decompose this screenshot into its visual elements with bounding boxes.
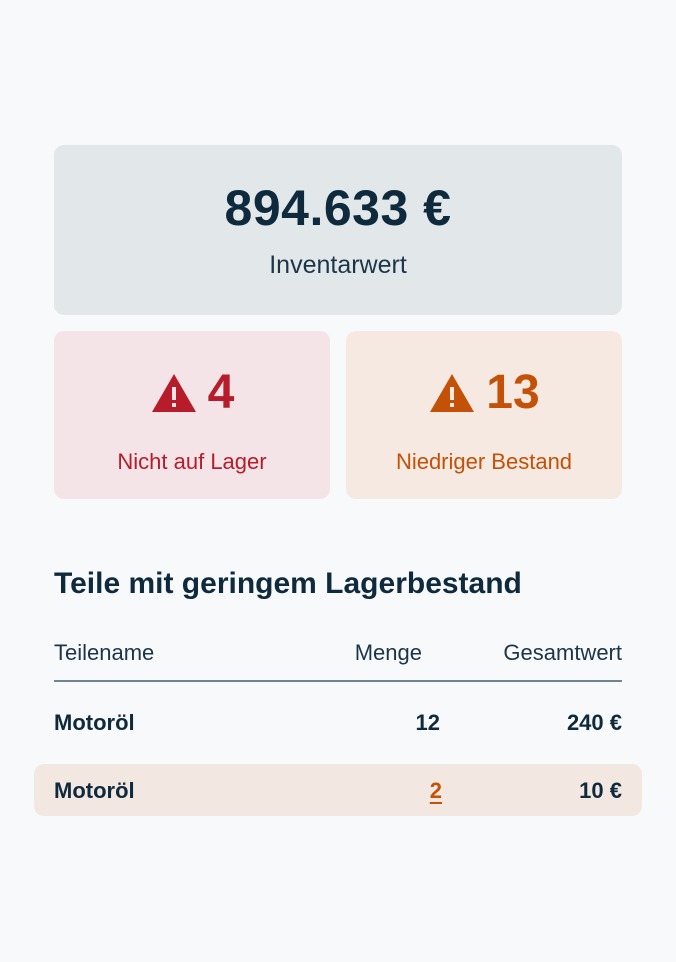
cell-quantity: 12	[415, 710, 440, 735]
out-of-stock-count: 4	[207, 366, 235, 419]
cell-total-value: 240 €	[566, 710, 622, 735]
section-title: Teile mit geringem Lagerbestand	[54, 567, 522, 600]
low-stock-label: Niedriger Bestand	[395, 449, 573, 474]
column-header-name[interactable]: Teilename	[54, 640, 154, 666]
table-header: Teilename Menge Gesamtwert	[54, 636, 622, 682]
low-stock-table: Teilename Menge Gesamtwert Motoröl 12 24…	[34, 636, 642, 816]
warning-triangle-icon	[430, 374, 475, 412]
inventory-value-card: 894.633 € Inventarwert	[54, 145, 622, 315]
table-row[interactable]: Motoröl 12 240 €	[54, 696, 622, 748]
low-stock-count: 13	[486, 366, 540, 419]
low-stock-count-row: 13	[346, 367, 622, 419]
warning-triangle-icon	[151, 374, 196, 412]
cell-quantity-link[interactable]: 2	[430, 778, 442, 804]
column-header-qty[interactable]: Menge	[355, 640, 422, 666]
table-row-highlighted[interactable]: Motoröl 2 10 €	[34, 764, 642, 816]
cell-total-value: 10 €	[579, 778, 622, 803]
inventory-value-amount: 894.633 €	[224, 180, 452, 236]
low-stock-card[interactable]: 13 Niedriger Bestand	[346, 331, 622, 499]
cell-part-name: Motoröl	[54, 710, 135, 735]
out-of-stock-card[interactable]: 4 Nicht auf Lager	[54, 331, 330, 499]
inventory-value-label: Inventarwert	[269, 251, 407, 279]
column-header-total[interactable]: Gesamtwert	[503, 640, 622, 666]
out-of-stock-label: Nicht auf Lager	[117, 449, 267, 474]
out-of-stock-count-row: 4	[54, 367, 330, 419]
cell-part-name: Motoröl	[54, 778, 135, 803]
inventory-dashboard: 894.633 € Inventarwert 4 Nicht auf Lager…	[0, 0, 676, 962]
